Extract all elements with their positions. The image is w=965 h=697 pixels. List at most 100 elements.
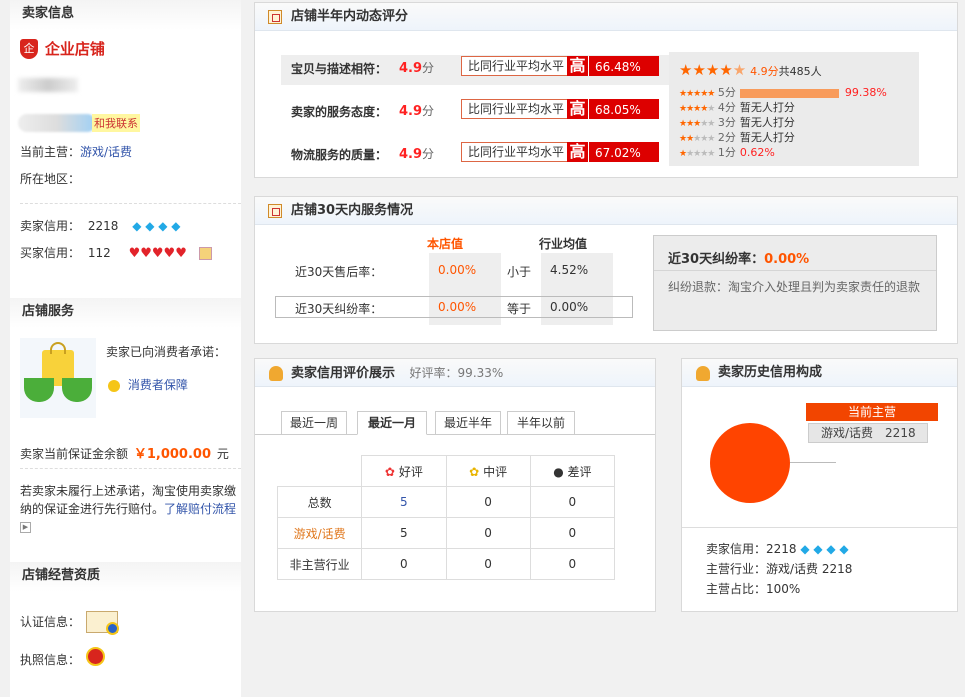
dsr-row-label: 物流服务的质量： <box>291 148 388 162</box>
user-icon <box>269 366 283 381</box>
service-row-shop-value: 0.00% <box>438 263 477 277</box>
rating-table: ✿ 好评 ✿ 中评 ● 差评 总数 5 0 0 游戏/话费 5 0 0 非主营行… <box>276 455 616 580</box>
table-row: 游戏/话费 5 0 0 <box>276 517 616 549</box>
seller-info-title: 卖家信息 <box>10 0 241 30</box>
consumer-protect-link[interactable]: 消费者保障 <box>128 378 188 392</box>
dsr-row-score: 4.9分 <box>399 147 435 162</box>
history-title-text: 卖家历史信用构成 <box>718 365 823 380</box>
flower-red-icon: ✿ <box>384 464 395 479</box>
dsr-row-score: 4.9分 <box>399 61 435 76</box>
tab-0[interactable]: 最近一周 <box>281 411 347 435</box>
rating-panel: 卖家信用评价展示 好评率：99.33% 最近一周 最近一月 最近半年 半年以前 ✿ 好… <box>254 358 656 612</box>
history-main-industry: 主营行业：游戏/话费 2218 <box>706 562 853 576</box>
flower-yellow-icon: ✿ <box>469 464 480 479</box>
dsr-title: 店铺半年内动态评分 <box>255 3 957 31</box>
promise-text: 卖家已向消费者承诺： <box>106 345 227 359</box>
category-legend: 游戏/话费 2218 <box>808 423 928 443</box>
distribution-row: ★★★★★ 2分 暂无人打分 <box>679 131 795 144</box>
service30-title: 店铺30天内服务情况 <box>255 197 957 225</box>
dispute-title-row: 近30天纠纷率：0.00% <box>668 248 809 267</box>
qualification-title: 店铺经营资质 <box>10 562 241 592</box>
service-row-relation: 小于 <box>507 265 532 279</box>
col-shop-header: 本店值 <box>427 237 464 251</box>
license-label: 执照信息： <box>20 653 81 667</box>
buyer-credit-label: 买家信用： <box>20 246 81 260</box>
compensation-link[interactable]: 了解赔付流程 <box>164 502 236 516</box>
dsr-row-score: 4.9分 <box>399 104 435 119</box>
dsr-panel: 店铺半年内动态评分 宝贝与描述相符： 4.9分 比同行业平均水平高 66.48% 卖家的… <box>254 2 958 178</box>
certificate-icon[interactable] <box>86 611 119 635</box>
consumer-protect-row: 消费者保障 <box>108 376 188 393</box>
arrow-right-icon[interactable]: ▶ <box>20 522 31 533</box>
shop-service-title: 店铺服务 <box>10 298 241 328</box>
deposit-value: ￥1,000.00 <box>133 447 211 462</box>
diamond-icons[interactable]: ◆ ◆ ◆ ◆ <box>132 219 184 233</box>
neutral-header: ✿ 中评 <box>445 455 531 487</box>
deposit-label: 卖家当前保证金余额 <box>20 447 129 461</box>
main-business-link[interactable]: 游戏/话费 <box>80 145 132 159</box>
distribution-row: ★★★★★ 4分 暂无人打分 <box>679 101 795 114</box>
seller-name-blurred <box>18 78 78 92</box>
pie-slice <box>710 423 790 503</box>
table-row: 非主营行业 0 0 0 <box>276 548 616 580</box>
tab-1[interactable]: 最近一月 <box>357 411 427 435</box>
service30-title-text: 店铺30天内服务情况 <box>291 203 414 218</box>
dispute-desc: 纠纷退款：淘宝介入处理且判为卖家责任的退款 <box>668 280 921 294</box>
license-emblem-icon[interactable] <box>86 647 105 666</box>
seller-credit-value: 2218 <box>87 219 119 233</box>
shop-type-label: 企业店铺 <box>44 40 105 58</box>
verified-badge-icon <box>198 247 212 260</box>
seller-credit-label: 卖家信用： <box>20 219 81 233</box>
medal-icon <box>108 379 120 392</box>
service-row-industry-value: 0.00% <box>550 300 589 314</box>
rating-title-text: 卖家信用评价展示 <box>291 366 396 381</box>
summary-score: 4.9分 <box>750 65 779 78</box>
buyer-credit-row: 买家信用： 112 ♥♥♥♥♥ <box>20 244 212 261</box>
dsr-compare-tag: 比同行业平均水平高 68.05% <box>461 99 659 119</box>
dsr-compare-tag: 比同行业平均水平高 67.02% <box>461 142 659 162</box>
service30-panel: 店铺30天内服务情况 本店值 行业均值 近30天售后率： 0.00% 小于 4.52%… <box>254 196 958 344</box>
deposit-row: 卖家当前保证金余额 ￥1,000.00 元 <box>20 443 229 462</box>
col-industry-header: 行业均值 <box>539 237 588 251</box>
dsr-compare-tag: 比同行业平均水平高 66.48% <box>461 56 659 76</box>
main-business-row: 当前主营：游戏/话费 <box>20 143 132 160</box>
enterprise-shield-icon: 企 <box>20 38 38 59</box>
current-main-label: 当前主营 <box>806 403 938 421</box>
dispute-box: 近30天纠纷率：0.00% 纠纷退款：淘宝介入处理且判为卖家责任的退款 <box>653 235 937 331</box>
left-sidebar: 卖家信息 企 企业店铺 和我联系 当前主营：游戏/话费 所在地区： 卖家信用： … <box>10 0 241 697</box>
dispute-title: 近30天纠纷率： <box>668 252 765 267</box>
location-label: 所在地区： <box>20 172 81 186</box>
service-row-industry-value: 4.52% <box>550 263 589 277</box>
shop-type: 企 企业店铺 <box>20 38 105 59</box>
dsr-row-label: 卖家的服务态度： <box>291 105 388 119</box>
distribution-bar <box>739 88 839 98</box>
cert-label: 认证信息： <box>20 615 81 629</box>
distribution-row: ★★★★★ 3分 暂无人打分 <box>679 116 795 129</box>
service-row-shop-value: 0.00% <box>438 300 477 314</box>
bad-header: ● 差评 <box>529 455 616 487</box>
tab-3[interactable]: 半年以前 <box>507 411 575 435</box>
rating-title: 卖家信用评价展示 好评率：99.33% <box>255 359 655 387</box>
summary-stars: ★★★★★ 4.9分共485人 <box>679 61 822 79</box>
heart-icons[interactable]: ♥♥♥♥♥ <box>129 246 187 261</box>
contact-me-link[interactable]: 和我联系 <box>92 114 140 132</box>
service-box-icon <box>268 204 282 218</box>
good-rate: 好评率：99.33% <box>409 366 504 380</box>
service-row-label: 近30天售后率： <box>295 265 383 279</box>
seller-credit-row: 卖家信用： 2218 ◆ ◆ ◆ ◆ <box>20 217 184 234</box>
buyer-credit-value: 112 <box>87 246 111 260</box>
summary-total: 共485人 <box>778 65 822 78</box>
dsr-distribution-box: ★★★★★ 4.9分共485人 ★★★★★ 5分 99.38% ★★★★★ 4分 暂无… <box>669 52 919 166</box>
wangwang-avatar-blurred <box>18 114 96 132</box>
tab-2[interactable]: 最近半年 <box>435 411 501 435</box>
service-row-label: 近30天纠纷率： <box>295 302 383 316</box>
history-main-ratio: 主营占比：100% <box>706 582 801 596</box>
rating-box-icon <box>268 10 282 24</box>
dsr-title-text: 店铺半年内动态评分 <box>291 9 409 24</box>
good-header: ✿ 好评 <box>361 455 447 487</box>
dsr-row-label: 宝贝与描述相符： <box>291 62 388 76</box>
service-row-relation: 等于 <box>507 302 532 316</box>
table-row: 总数 5 0 0 <box>276 486 616 518</box>
main-business-label: 当前主营： <box>20 145 81 159</box>
bomb-icon: ● <box>553 464 564 479</box>
